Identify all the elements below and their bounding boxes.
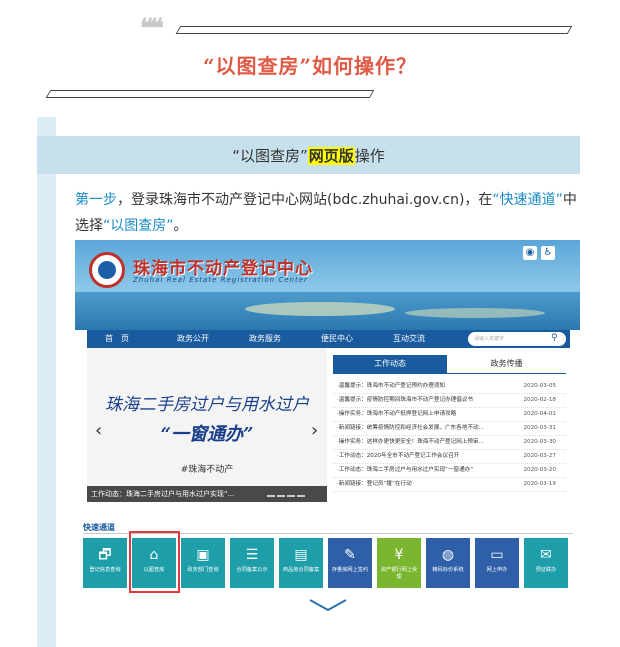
clipboard-icon: ▤ — [294, 547, 308, 563]
carousel-next-icon[interactable]: › — [311, 420, 318, 441]
quick-btn-label: 精码标价系统 — [432, 567, 464, 573]
quick-btn-label: 预证联办 — [535, 567, 557, 573]
carousel-dot[interactable] — [267, 495, 275, 497]
quick-btn-bank-accept[interactable]: ¥ 资产银行网上受理 — [377, 538, 421, 588]
file-list-icon: ☰ — [245, 547, 259, 563]
nav-item-gov-service[interactable]: 政务服务 — [249, 330, 281, 348]
carousel-dot[interactable] — [287, 495, 295, 497]
carousel-dot[interactable] — [277, 495, 285, 497]
chevron-down-icon[interactable] — [308, 598, 348, 612]
weibo-icon[interactable]: ◉ — [523, 246, 537, 260]
accessibility-icon[interactable]: ♿ — [541, 246, 555, 260]
stamp-icon: ✉ — [540, 547, 552, 563]
news-date: 2020-03-19 — [523, 481, 556, 487]
step-text-part: ，登录珠海市不动产登记中心网站(bdc.zhuhai.gov.cn)，在 — [117, 192, 493, 208]
carousel-headline: 珠海二手房过户与用水过户 — [105, 395, 309, 415]
document-search-icon: 🗗 — [98, 547, 112, 563]
article-title: “以图查房”如何操作？ — [202, 54, 417, 78]
news-title: ·操作实务：珠海市不动产抵押登记网上申请攻略 — [337, 411, 457, 417]
quick-btn-registration-query[interactable]: 🗗 登记信息查询 — [83, 538, 127, 588]
news-tabs: 工作动态 政务传播 — [333, 355, 566, 374]
news-title: ·工作动态：珠海二手房过户与用水过户实现“一窗通办” — [337, 467, 474, 473]
section-title: “以图查房”网页版操作 — [37, 145, 580, 166]
news-title: ·新闻链接：统筹疫情防控和经济社会发展，广东各地不动... — [337, 425, 484, 431]
tab-work-news[interactable]: 工作动态 — [333, 355, 447, 373]
news-date: 2020-02-18 — [523, 397, 556, 403]
quick-btn-pricing-system[interactable]: ◍ 精码标价系统 — [426, 538, 470, 588]
news-item[interactable]: ·操作实务：珠海市不动产抵押登记网上申请攻略 2020-04-01 — [333, 408, 566, 422]
step-one-paragraph: 第一步，登录珠海市不动产登记中心网站(bdc.zhuhai.gov.cn)，在“… — [75, 187, 580, 239]
news-item[interactable]: ·工作动态：2020年全市不动产登记工作会议召开 2020-03-27 — [333, 450, 566, 464]
step-label: 第一步 — [75, 192, 117, 208]
banner-land — [245, 302, 395, 316]
id-card-icon: ▣ — [196, 547, 210, 563]
news-item[interactable]: ·新闻链接：登记员“援”在行动 2020-03-19 — [333, 478, 566, 492]
news-item[interactable]: ·工作动态：珠海二手房过户与用水过户实现“一窗通办” 2020-03-20 — [333, 464, 566, 478]
carousel-tag: #珠海不动产 — [180, 465, 234, 475]
quote-mark-icon: ❝❝ — [140, 14, 164, 44]
news-title: ·温馨提示：珠海市不动产登记预约办理须知 — [337, 383, 446, 389]
decorative-bar-bottom — [45, 90, 375, 98]
side-strip — [37, 117, 56, 647]
news-item[interactable]: ·操作实务：这样办更快更安全！珠海不动产登记网上预审... 2020-03-30 — [333, 436, 566, 450]
pen-sign-icon: ✎ — [344, 547, 356, 563]
carousel-dot[interactable] — [297, 495, 305, 497]
news-date: 2020-03-31 — [523, 425, 556, 431]
step-text-part: 。 — [173, 218, 188, 234]
section-title-post: 操作 — [354, 147, 385, 165]
quick-channel-ref: “快速通道” — [492, 192, 563, 208]
news-item[interactable]: ·新闻链接：统筹疫情防控和经济社会发展，广东各地不动... 2020-03-31 — [333, 422, 566, 436]
money-icon: ¥ — [394, 547, 404, 563]
website-screenshot: 珠海市不动产登记中心 Zhuhai Real Estate Registrati… — [75, 240, 580, 620]
quick-btn-label: 政务部门查询 — [187, 567, 219, 573]
decorative-bar-top — [175, 26, 573, 34]
mouse-icon: ◍ — [441, 547, 455, 563]
nav-item-convenience[interactable]: 便民中心 — [321, 330, 353, 348]
news-item[interactable]: ·温馨提示：珠海市不动产登记预约办理须知 2020-03-05 — [333, 380, 566, 394]
news-date: 2020-03-05 — [523, 383, 556, 389]
quick-btn-label: 商品房合同备案 — [282, 567, 320, 573]
quick-btn-label: 合同备案公示 — [236, 567, 268, 573]
search-icon[interactable]: ⚲ — [551, 333, 558, 343]
news-date: 2020-03-27 — [523, 453, 556, 459]
quick-btn-online-signing[interactable]: ✎ 存量房网上签约 — [328, 538, 372, 588]
tab-gov-media[interactable]: 政务传播 — [447, 355, 566, 373]
quick-btn-joint-certificate[interactable]: ✉ 预证联办 — [524, 538, 568, 588]
quick-btn-label: 资产银行网上受理 — [380, 567, 418, 580]
section-title-highlight: 网页版 — [307, 147, 355, 165]
news-date: 2020-04-01 — [523, 411, 556, 417]
site-logo-emblem — [98, 261, 116, 279]
news-title: ·操作实务：这样办更快更安全！珠海不动产登记网上预审... — [337, 439, 484, 445]
quick-btn-label: 网上申办 — [486, 567, 508, 573]
map-search-ref: “以图查房” — [103, 218, 174, 234]
quick-btn-gov-dept-query[interactable]: ▣ 政务部门查询 — [181, 538, 225, 588]
quick-btn-contract-record[interactable]: ☰ 合同备案公示 — [230, 538, 274, 588]
quick-btn-label: 存量房网上签约 — [331, 567, 369, 573]
quick-channel-label: 快速通道 — [83, 523, 115, 532]
news-date: 2020-03-30 — [523, 439, 556, 445]
news-date: 2020-03-20 — [523, 467, 556, 473]
news-item[interactable]: ·温馨提示：疫情防控期间珠海市不动产登记办理倡议书 2020-02-18 — [333, 394, 566, 408]
nav-item-interaction[interactable]: 互动交流 — [393, 330, 425, 348]
banner-land — [405, 308, 545, 318]
carousel-caption[interactable]: 工作动态：珠海二手房过户与用水过户实现“... — [91, 489, 234, 499]
carousel-prev-icon[interactable]: ‹ — [95, 420, 102, 441]
news-title: ·新闻链接：登记员“援”在行动 — [337, 481, 412, 487]
monitor-icon: ▭ — [490, 547, 504, 563]
quick-btn-online-apply[interactable]: ▭ 网上申办 — [475, 538, 519, 588]
quick-btn-label: 登记信息查询 — [89, 567, 121, 573]
quick-btn-commercial-contract[interactable]: ▤ 商品房合同备案 — [279, 538, 323, 588]
carousel-subheadline: “一窗通办” — [160, 424, 254, 445]
site-name-en: Zhuhai Real Estate Registration Center — [133, 276, 308, 284]
nav-item-gov-public[interactable]: 政务公开 — [177, 330, 209, 348]
highlight-box — [129, 531, 180, 593]
nav-item-home[interactable]: 首 页 — [105, 330, 129, 348]
carousel-dots — [267, 495, 307, 514]
section-title-pre: “以图查房” — [232, 147, 308, 165]
news-title: ·工作动态：2020年全市不动产登记工作会议召开 — [337, 453, 460, 459]
news-title: ·温馨提示：疫情防控期间珠海市不动产登记办理倡议书 — [337, 397, 474, 403]
